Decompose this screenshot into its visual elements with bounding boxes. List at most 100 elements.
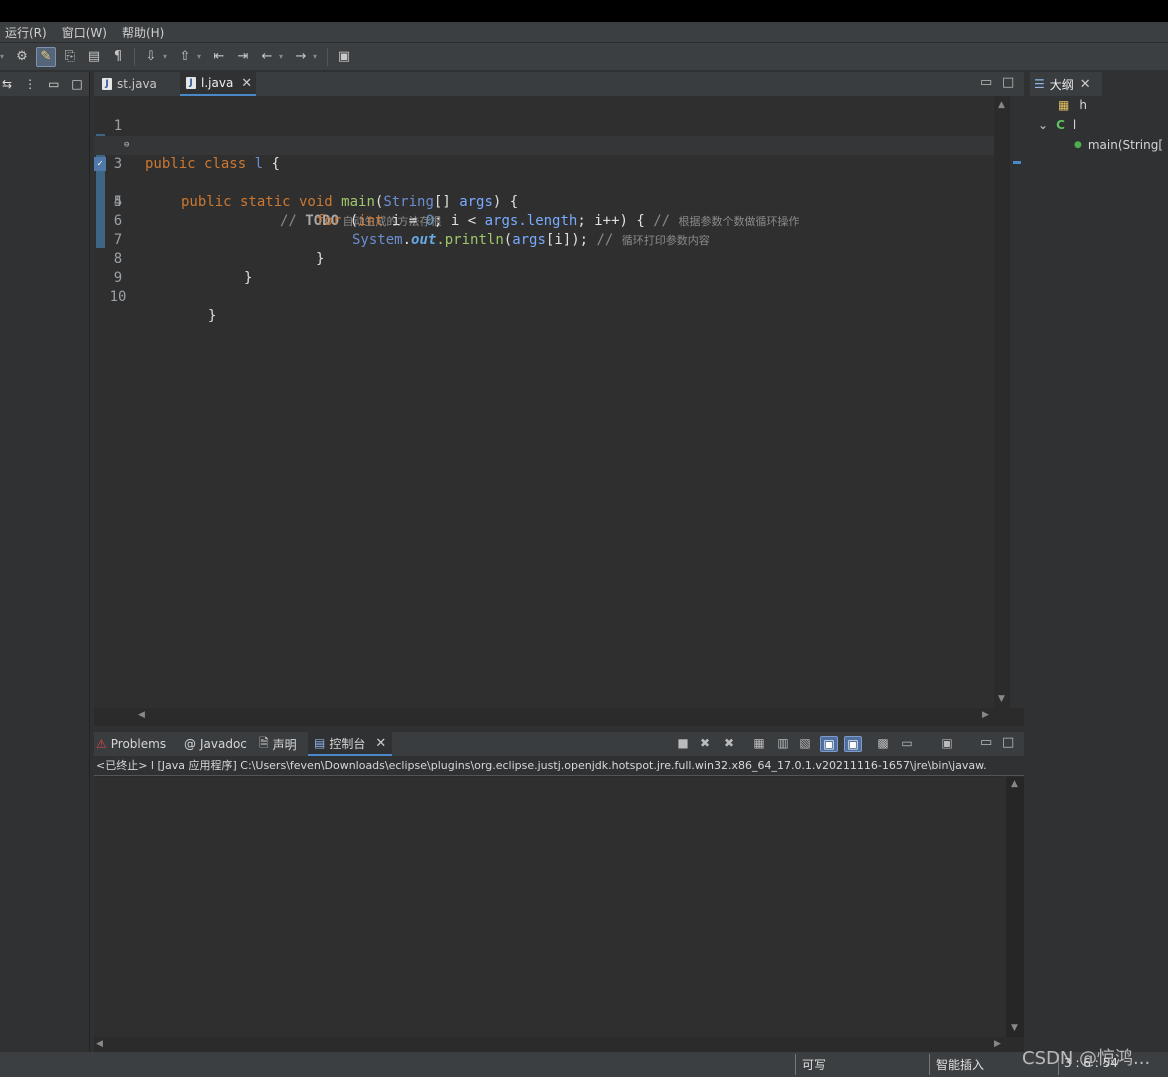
status-bar: 可写 智能插入 3 : 6 : 54 (0, 1052, 1168, 1077)
dropdown-arrow-icon[interactable]: ▾ (313, 52, 321, 61)
scroll-up-icon[interactable]: ▲ (998, 100, 1005, 110)
previous-annotation-icon[interactable]: ⇧ (175, 47, 195, 67)
view-menu-icon[interactable]: ⋮ (24, 77, 36, 91)
pilcrow-icon[interactable]: ¶ (108, 47, 128, 67)
console-vertical-scrollbar[interactable]: ▲ ▼ (1006, 777, 1024, 1037)
outline-item-method[interactable]: ● main(String[ (1074, 138, 1163, 152)
scroll-right-icon[interactable]: ▶ (994, 1039, 1001, 1049)
scroll-right-icon[interactable]: ▶ (982, 710, 989, 720)
tab-l-java[interactable]: J l.java ✕ (180, 72, 256, 96)
outline-label: l (1072, 118, 1077, 132)
code-line-current: 3 ⊖ public static void main(String[] arg… (94, 136, 994, 210)
remove-launch-icon[interactable]: ✖ (696, 736, 714, 752)
chevron-down-icon[interactable]: ⌄ (1038, 118, 1048, 132)
console-output[interactable] (94, 777, 1006, 1037)
left-side-panel: ⇆ ⋮ ▭ □ (0, 72, 90, 1052)
close-tab-icon[interactable]: ✕ (375, 736, 386, 751)
tab-label: Problems (110, 737, 167, 751)
java-file-icon: J (186, 77, 196, 89)
code-line: 8 } (94, 231, 994, 286)
console-process-label: <已终止> l [Java 应用程序] C:\Users\feven\Downl… (94, 756, 1024, 776)
forward-arrow-icon[interactable]: → (291, 47, 311, 67)
pin-console-icon[interactable]: ▩ (874, 736, 892, 752)
close-tab-icon[interactable]: ✕ (241, 76, 252, 91)
scroll-lock-icon[interactable]: ▥ (774, 736, 792, 752)
outline-label: main(String[ (1087, 138, 1164, 152)
outline-panel: ☰ 大纲 ✕ ▦ h ⌄ C l ● main(String[ (1030, 72, 1168, 1052)
code-line: 5 for (int i = 0; i < args.length; i++) … (94, 174, 994, 229)
main-toolbar: ▾ ⚙ ✎ ⎘ ▤ ¶ ⇩ ▾ ⇧ ▾ ⇤ ⇥ ← ▾ → ▾ ▣ (0, 42, 1168, 70)
remove-all-terminated-icon[interactable]: ✖ (720, 736, 738, 752)
tab-javadoc[interactable]: @ Javadoc (184, 732, 247, 756)
minimize-icon[interactable]: ▭ (980, 735, 992, 750)
console-icon: ▤ (314, 736, 326, 750)
next-annotation-icon[interactable]: ⇩ (141, 47, 161, 67)
collapse-icon[interactable]: ⊖ (124, 136, 129, 155)
code-line: 9 (94, 250, 994, 286)
maximize-icon[interactable]: □ (1002, 75, 1014, 90)
last-edit-location-icon[interactable]: ⇤ (209, 47, 229, 67)
scroll-left-icon[interactable]: ◀ (96, 1039, 103, 1049)
code-line: 10 } (94, 269, 994, 324)
toggle-mark-occurrences-icon[interactable]: ✎ (36, 46, 56, 67)
javadoc-icon: @ (184, 737, 196, 751)
show-on-error-icon[interactable]: ▣ (844, 736, 862, 752)
code-line: 2 public class l { (94, 117, 994, 172)
problems-icon: ⚠ (96, 737, 107, 751)
menu-run[interactable]: 运行(R) (0, 24, 57, 41)
dropdown-arrow-icon[interactable]: ▾ (279, 52, 287, 61)
editor-horizontal-scrollbar[interactable]: ◀ ▶ (134, 708, 994, 724)
scroll-left-icon[interactable]: ◀ (138, 710, 145, 720)
tab-st-java[interactable]: J st.java (100, 72, 178, 96)
new-java-class-icon[interactable]: ⚙ (12, 47, 32, 67)
overview-ruler[interactable] (1010, 96, 1024, 708)
package-icon: ▦ (1058, 98, 1070, 112)
word-wrap-icon[interactable]: ▧ (796, 736, 814, 752)
tab-console[interactable]: ▤ 控制台 ✕ (308, 732, 393, 756)
status-insert-mode: 智能插入 (936, 1058, 985, 1072)
dropdown-arrow-icon[interactable]: ▾ (163, 52, 171, 61)
dropdown-arrow-icon[interactable]: ▾ (0, 52, 8, 61)
show-whitespace-icon[interactable]: ▤ (84, 47, 104, 67)
console-horizontal-scrollbar[interactable]: ◀ ▶ (94, 1037, 1006, 1052)
open-console-icon[interactable]: ▣ (938, 736, 956, 752)
class-icon: C (1056, 118, 1065, 132)
link-editor-icon[interactable]: ⇆ (2, 77, 12, 91)
scroll-down-icon[interactable]: ▼ (1011, 1023, 1018, 1033)
task-marker-icon[interactable]: ✓ (94, 157, 106, 171)
outline-item-class[interactable]: ⌄ C l (1038, 118, 1076, 132)
outline-item-package[interactable]: ▦ h (1058, 98, 1087, 112)
open-perspective-icon[interactable]: ▣ (334, 47, 354, 67)
show-on-output-icon[interactable]: ▣ (820, 736, 838, 752)
editor-vertical-scrollbar[interactable]: ▲ ▼ (994, 96, 1010, 708)
display-console-icon[interactable]: ▭ (898, 736, 916, 752)
outline-icon: ☰ (1034, 77, 1045, 91)
minimize-icon[interactable]: ▭ (48, 77, 59, 91)
clear-console-icon[interactable]: ▦ (750, 736, 768, 752)
code-text-area[interactable]: 1 package h; 2 public class l { 3 ⊖ publ… (94, 96, 994, 708)
maximize-icon[interactable]: □ (1002, 735, 1014, 750)
tab-label: 控制台 (329, 736, 366, 751)
tab-label: 声明 (272, 737, 297, 752)
terminate-icon[interactable]: ■ (674, 736, 692, 752)
toggle-block-selection-icon[interactable]: ⎘ (60, 47, 80, 67)
scroll-down-icon[interactable]: ▼ (998, 694, 1005, 704)
minimize-icon[interactable]: ▭ (980, 75, 992, 90)
close-tab-icon[interactable]: ✕ (1080, 77, 1091, 92)
back-arrow-icon[interactable]: ← (257, 47, 277, 67)
watermark: CSDN @惊鸿... (1022, 1048, 1151, 1069)
tab-problems[interactable]: ⚠ Problems (96, 732, 166, 756)
code-line: 1 package h; (94, 98, 994, 153)
menu-window[interactable]: 窗口(W) (57, 24, 117, 41)
overview-marker[interactable] (1013, 161, 1021, 164)
menu-help[interactable]: 帮助(H) (117, 24, 174, 41)
tab-outline[interactable]: ☰ 大纲 ✕ (1030, 72, 1102, 96)
forward-edit-icon[interactable]: ⇥ (233, 47, 253, 67)
scroll-up-icon[interactable]: ▲ (1011, 779, 1018, 789)
maximize-icon[interactable]: □ (71, 77, 82, 91)
dropdown-arrow-icon[interactable]: ▾ (197, 52, 205, 61)
left-panel-header: ⇆ ⋮ ▭ □ (0, 72, 89, 96)
tab-declaration[interactable]: 🗎 声明 (259, 732, 297, 756)
tab-label: st.java (117, 77, 157, 91)
console-panel: ⚠ Problems @ Javadoc 🗎 声明 ▤ 控制台 ✕ ■ ✖ ✖ … (94, 732, 1024, 1052)
